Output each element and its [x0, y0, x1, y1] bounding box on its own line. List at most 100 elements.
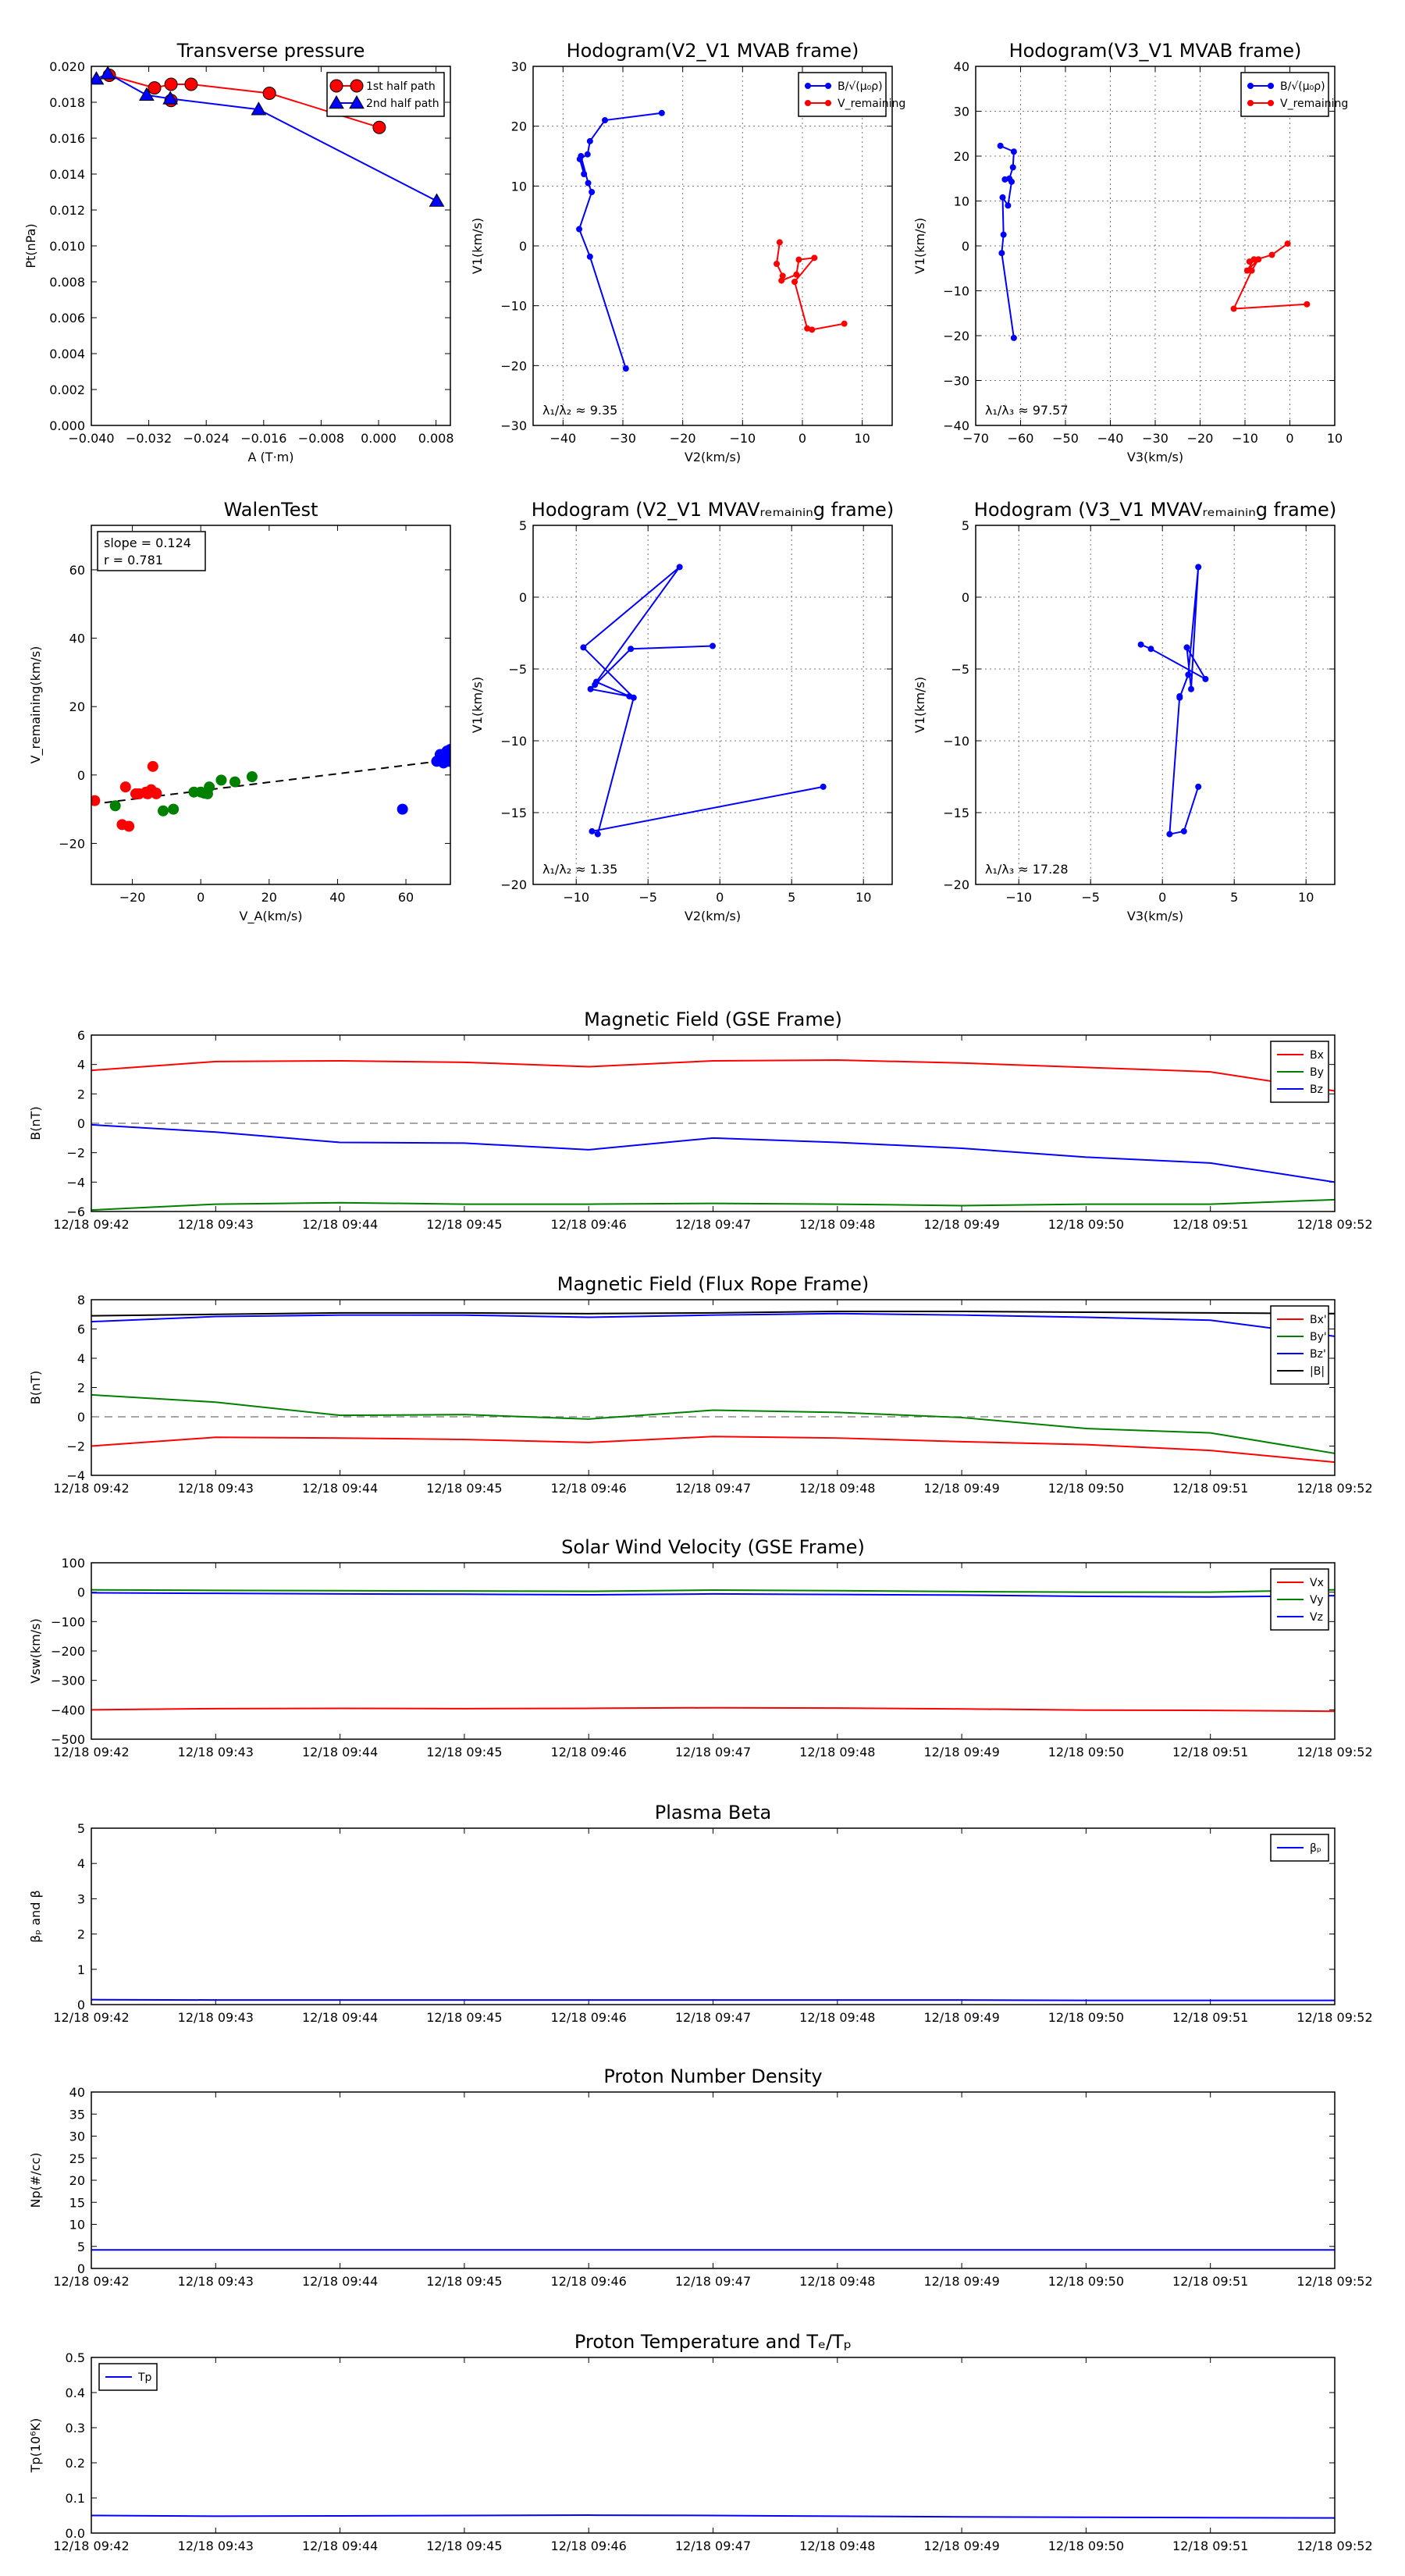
data-point: [587, 685, 594, 692]
legend-marker: [825, 83, 831, 89]
data-point: [585, 180, 592, 187]
x-tick-label: 12/18 09:49: [923, 1745, 999, 1759]
data-point: [372, 120, 386, 134]
x-tick-label: −10: [1005, 890, 1032, 905]
x-tick-label: 12/18 09:49: [923, 1481, 999, 1496]
walen-test-panel: WalenTest −20 0 20 40 60 −20 0 20 40 60 V_A(km/s) V_…: [28, 499, 451, 924]
series-0-line: [1000, 144, 1015, 339]
proton-number-density-panel: Proton Number Density12/18 09:42 12/18 09…: [28, 2065, 1373, 2289]
x-tick-label: 12/18 09:44: [302, 1217, 378, 1232]
y-tick-label: 0.004: [49, 347, 85, 361]
y-axis-label: B(nT): [28, 1371, 43, 1404]
data-point: [164, 77, 178, 91]
y-tick-label: 0.018: [49, 95, 85, 110]
data-point: [1268, 251, 1275, 258]
y-tick-label: 2: [77, 1381, 85, 1396]
y-tick-label: 30: [954, 105, 969, 119]
data-point: [586, 253, 593, 260]
x-tick-label: 12/18 09:47: [675, 2274, 751, 2289]
chart-title: Transverse pressure: [176, 40, 365, 62]
ticks: −40 −30 −20 −10 0 10 −30 −20 −10 0 10 20 30: [500, 59, 892, 446]
x-tick-label: −30: [610, 431, 636, 446]
series-1-line: [91, 1589, 1335, 1593]
y-tick-label: 20: [69, 699, 85, 714]
y-tick-label: −6: [66, 1204, 85, 1219]
data-point: [584, 151, 591, 158]
y-tick-label: 0: [77, 1410, 85, 1425]
x-tick-label: 12/18 09:49: [923, 2274, 999, 2289]
data-point: [1230, 305, 1237, 312]
x-tick-label: 12/18 09:51: [1172, 2274, 1248, 2289]
legend-entry: Vx: [1310, 1577, 1324, 1589]
y-tick-label: 0: [962, 590, 969, 605]
y-tick-label: −5: [951, 662, 969, 677]
y-tick-label: 0: [77, 2261, 85, 2276]
x-tick-label: −5: [1081, 890, 1100, 905]
y-tick-label: −40: [943, 418, 969, 433]
y-tick-label: 0: [77, 1116, 85, 1131]
x-tick-label: 10: [855, 890, 871, 905]
data-point: [841, 320, 848, 327]
x-tick-label: −30: [1142, 431, 1168, 446]
y-tick-label: 1: [77, 1962, 85, 1977]
data-point: [397, 803, 408, 815]
x-tick-label: −50: [1052, 431, 1079, 446]
legend-marker: [825, 100, 831, 106]
chart-title: Proton Number Density: [603, 2065, 822, 2087]
x-tick-label: −10: [729, 431, 756, 446]
data-point: [1010, 334, 1017, 341]
y-tick-label: −15: [943, 806, 969, 820]
x-tick-label: 12/18 09:48: [799, 2010, 875, 2025]
x-tick-label: 12/18 09:45: [426, 2274, 502, 2289]
data-point: [168, 803, 180, 815]
y-tick-label: 0: [77, 768, 85, 783]
y-tick-label: 0: [519, 590, 527, 605]
data-point: [1176, 692, 1183, 699]
x-tick-label: 40: [329, 890, 345, 905]
data-point: [576, 226, 583, 233]
data-point: [262, 87, 276, 100]
chart-title: Hodogram(V3_V1 MVAB frame): [1009, 40, 1302, 62]
data-point: [676, 564, 683, 571]
y-tick-label: 0.2: [66, 2456, 85, 2471]
plot-area: [576, 109, 848, 372]
y-tick-label: 25: [69, 2151, 85, 2166]
x-tick-label: −0.032: [126, 431, 172, 446]
data-point: [1188, 685, 1194, 692]
y-tick-label: 15: [69, 2195, 85, 2210]
legend: Vx Vy Vz: [1270, 1568, 1329, 1631]
data-point: [793, 271, 800, 278]
ticks: 12/18 09:42 12/18 09:43 12/18 09:44 12/18 0…: [51, 1556, 1373, 1759]
legend-entry: By': [1310, 1331, 1327, 1343]
plot-area: [91, 1998, 1335, 2001]
y-tick-label: −300: [51, 1674, 85, 1688]
chart-title: Plasma Beta: [655, 1802, 771, 1823]
legend-entry: |B|: [1310, 1365, 1325, 1378]
y-tick-label: −400: [51, 1703, 85, 1717]
x-tick-label: 12/18 09:45: [426, 2010, 502, 2025]
y-tick-label: 10: [511, 179, 527, 194]
axes-frame: [91, 1299, 1336, 1476]
data-point: [246, 771, 258, 782]
eigen-ratio-annotation: λ₁/λ₃ ≈ 17.28: [985, 862, 1069, 877]
x-tick-label: −0.016: [240, 431, 286, 446]
x-tick-label: 0: [1158, 890, 1166, 905]
x-axis-label: V3(km/s): [1127, 909, 1183, 923]
y-tick-label: 0.010: [49, 239, 85, 254]
ticks: 12/18 09:42 12/18 09:43 12/18 09:44 12/18 0…: [53, 1028, 1372, 1232]
data-point: [791, 279, 799, 285]
legend: 1st half path 2nd half path: [326, 72, 445, 117]
x-tick-label: 0: [716, 890, 724, 905]
x-tick-label: 12/18 09:50: [1048, 2274, 1124, 2289]
data-point: [998, 250, 1005, 257]
x-tick-label: 12/18 09:52: [1297, 1481, 1372, 1496]
x-tick-label: −10: [1232, 431, 1258, 446]
legend-marker: [329, 79, 343, 93]
y-tick-label: −500: [51, 1732, 85, 1747]
y-tick-label: 10: [954, 194, 969, 209]
x-tick-label: 12/18 09:51: [1172, 1481, 1248, 1496]
x-tick-label: 12/18 09:50: [1048, 1481, 1124, 1496]
x-tick-label: 12/18 09:52: [1297, 2010, 1372, 2025]
plot-area: [91, 1059, 1335, 1212]
y-tick-label: 40: [69, 2085, 85, 2100]
